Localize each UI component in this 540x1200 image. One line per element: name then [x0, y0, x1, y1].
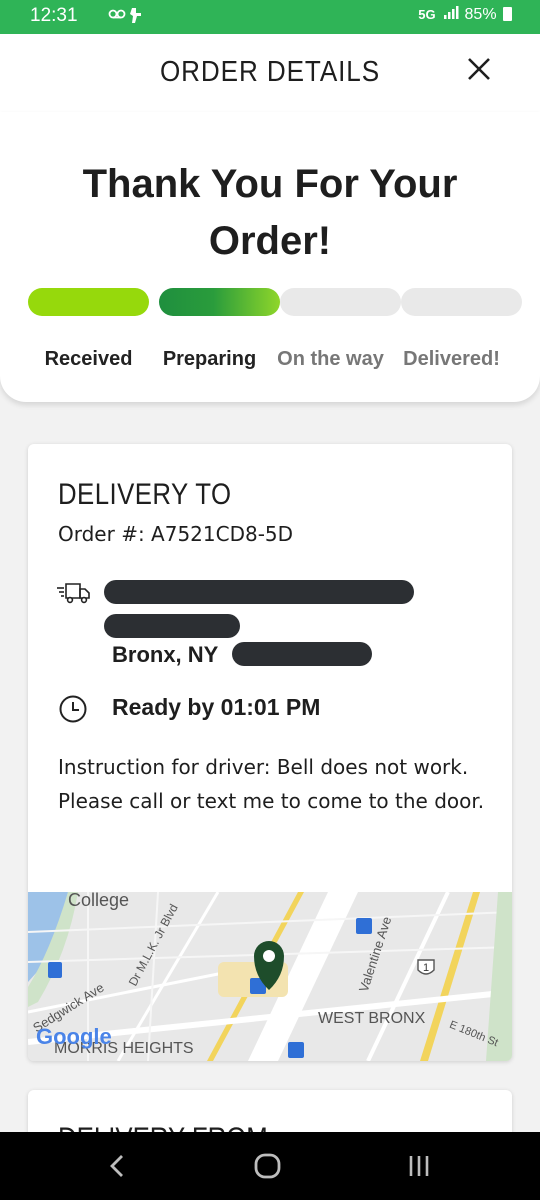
redacted-address-line-2	[104, 614, 240, 638]
status-right: 5G 85%	[418, 6, 512, 24]
battery-level: 85%	[464, 6, 497, 23]
close-icon	[468, 58, 490, 80]
network-type: 5G	[418, 7, 436, 22]
google-logo: Google	[36, 1024, 112, 1049]
order-number: Order #: A7521CD8-5D	[58, 522, 294, 546]
progress-segment-received	[28, 288, 149, 316]
home-icon	[254, 1153, 281, 1179]
order-status-panel: Thank You For Your Order! Received Prepa…	[0, 112, 540, 402]
page-title: ORDER DETAILS	[159, 56, 381, 88]
delivery-truck-icon	[57, 583, 90, 604]
delivery-to-card: DELIVERY TO Order #: A7521CD8-5D Bronx, …	[28, 444, 512, 1061]
ready-by-time: Ready by 01:01 PM	[112, 694, 321, 720]
recent-apps-icon	[409, 1156, 429, 1176]
signal-icon	[444, 6, 464, 23]
system-navigation-bar	[0, 1132, 540, 1200]
map-label-west-bronx: WEST BRONX	[318, 1010, 426, 1027]
status-bar: 12:31 5G 85%	[0, 0, 540, 34]
voicemail-icon	[108, 6, 148, 28]
close-button[interactable]	[464, 54, 494, 84]
driver-instructions: Instruction for driver: Bell does not wo…	[58, 755, 485, 813]
clock-icon	[59, 695, 87, 723]
step-label-on-the-way: On the way	[277, 348, 384, 370]
thank-you-heading: Thank You For Your Order!	[82, 162, 458, 263]
map-label-college: College	[68, 890, 130, 910]
progress-labels: Received Preparing On the way Delivered!	[28, 348, 512, 378]
delivery-to-title: DELIVERY TO	[58, 478, 232, 511]
delivery-map[interactable]: College Sedgwick Ave Dr M.L.K. Jr Blvd V…	[28, 890, 512, 1061]
step-label-delivered: Delivered!	[403, 348, 500, 370]
step-label-received: Received	[44, 348, 133, 370]
back-button[interactable]	[98, 1150, 138, 1182]
redacted-zip	[232, 642, 372, 666]
battery-icon	[503, 7, 512, 21]
redacted-address-line-1	[104, 580, 414, 604]
app-header: ORDER DETAILS	[0, 34, 540, 113]
progress-segment-preparing	[159, 288, 280, 316]
recent-apps-button[interactable]	[400, 1150, 440, 1182]
status-time: 12:31	[30, 5, 78, 26]
delivery-city: Bronx, NY	[112, 642, 219, 667]
progress-segment-on-the-way	[280, 288, 401, 316]
order-progress-bar	[28, 288, 522, 316]
map-route-number: 1	[423, 962, 430, 974]
step-label-preparing: Preparing	[162, 348, 257, 370]
progress-segment-delivered	[401, 288, 522, 316]
back-icon	[110, 1155, 123, 1177]
home-button[interactable]	[248, 1150, 288, 1182]
